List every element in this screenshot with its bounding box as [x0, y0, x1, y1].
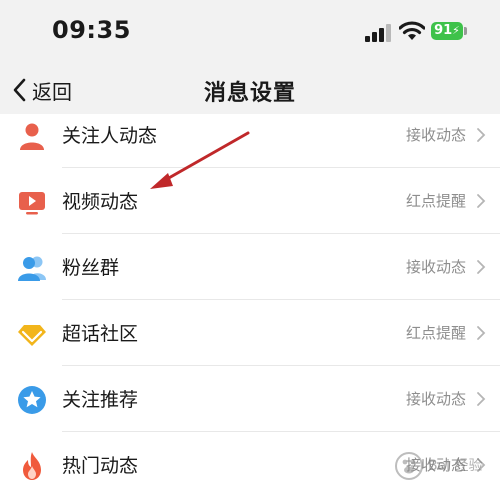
chevron-right-icon [477, 392, 486, 406]
row-value: 接收动态 [405, 390, 466, 408]
video-icon [19, 192, 45, 215]
chevron-left-icon [13, 78, 26, 102]
row-label: 关注推荐 [62, 389, 139, 411]
back-label: 返回 [32, 79, 72, 104]
cellular-signal-icon [365, 22, 393, 42]
row-value: 红点提醒 [405, 324, 466, 342]
row-value: 接收动态 [405, 126, 466, 144]
row-value: 接收动态 [405, 258, 466, 276]
battery-indicator: 91⚡ [431, 22, 463, 40]
star-badge-icon [18, 386, 46, 414]
status-time: 09:35 [52, 16, 131, 44]
person-icon [20, 123, 44, 150]
row-label: 超话社区 [62, 323, 139, 345]
row-value: 红点提醒 [405, 192, 466, 210]
row-super-topic[interactable]: 超话社区 红点提醒 [0, 300, 500, 366]
watermark-text: Bai 经验 [428, 458, 483, 474]
chevron-right-icon [477, 194, 486, 208]
row-video-updates[interactable]: 视频动态 红点提醒 [0, 168, 500, 234]
diamond-icon [18, 325, 46, 346]
settings-list: 关注人动态 接收动态 视频动态 红点提醒 粉丝群 接收动态 超话社区 红点提醒 … [0, 114, 500, 500]
chevron-right-icon [477, 326, 486, 340]
row-followed-updates[interactable]: 关注人动态 接收动态 [0, 102, 500, 168]
status-bar: 09:35 91⚡ [0, 0, 500, 66]
chevron-right-icon [477, 128, 486, 142]
row-fan-group[interactable]: 粉丝群 接收动态 [0, 234, 500, 300]
battery-tip [464, 27, 467, 35]
flame-icon [23, 452, 41, 480]
row-follow-recommendations[interactable]: 关注推荐 接收动态 [0, 366, 500, 432]
row-label: 视频动态 [62, 191, 139, 213]
battery-level: 91 [434, 23, 453, 38]
chevron-right-icon [477, 260, 486, 274]
row-label: 热门动态 [62, 455, 139, 477]
wifi-icon [399, 21, 425, 40]
row-label: 关注人动态 [62, 125, 158, 147]
group-icon [18, 256, 46, 281]
row-label: 粉丝群 [62, 257, 120, 279]
